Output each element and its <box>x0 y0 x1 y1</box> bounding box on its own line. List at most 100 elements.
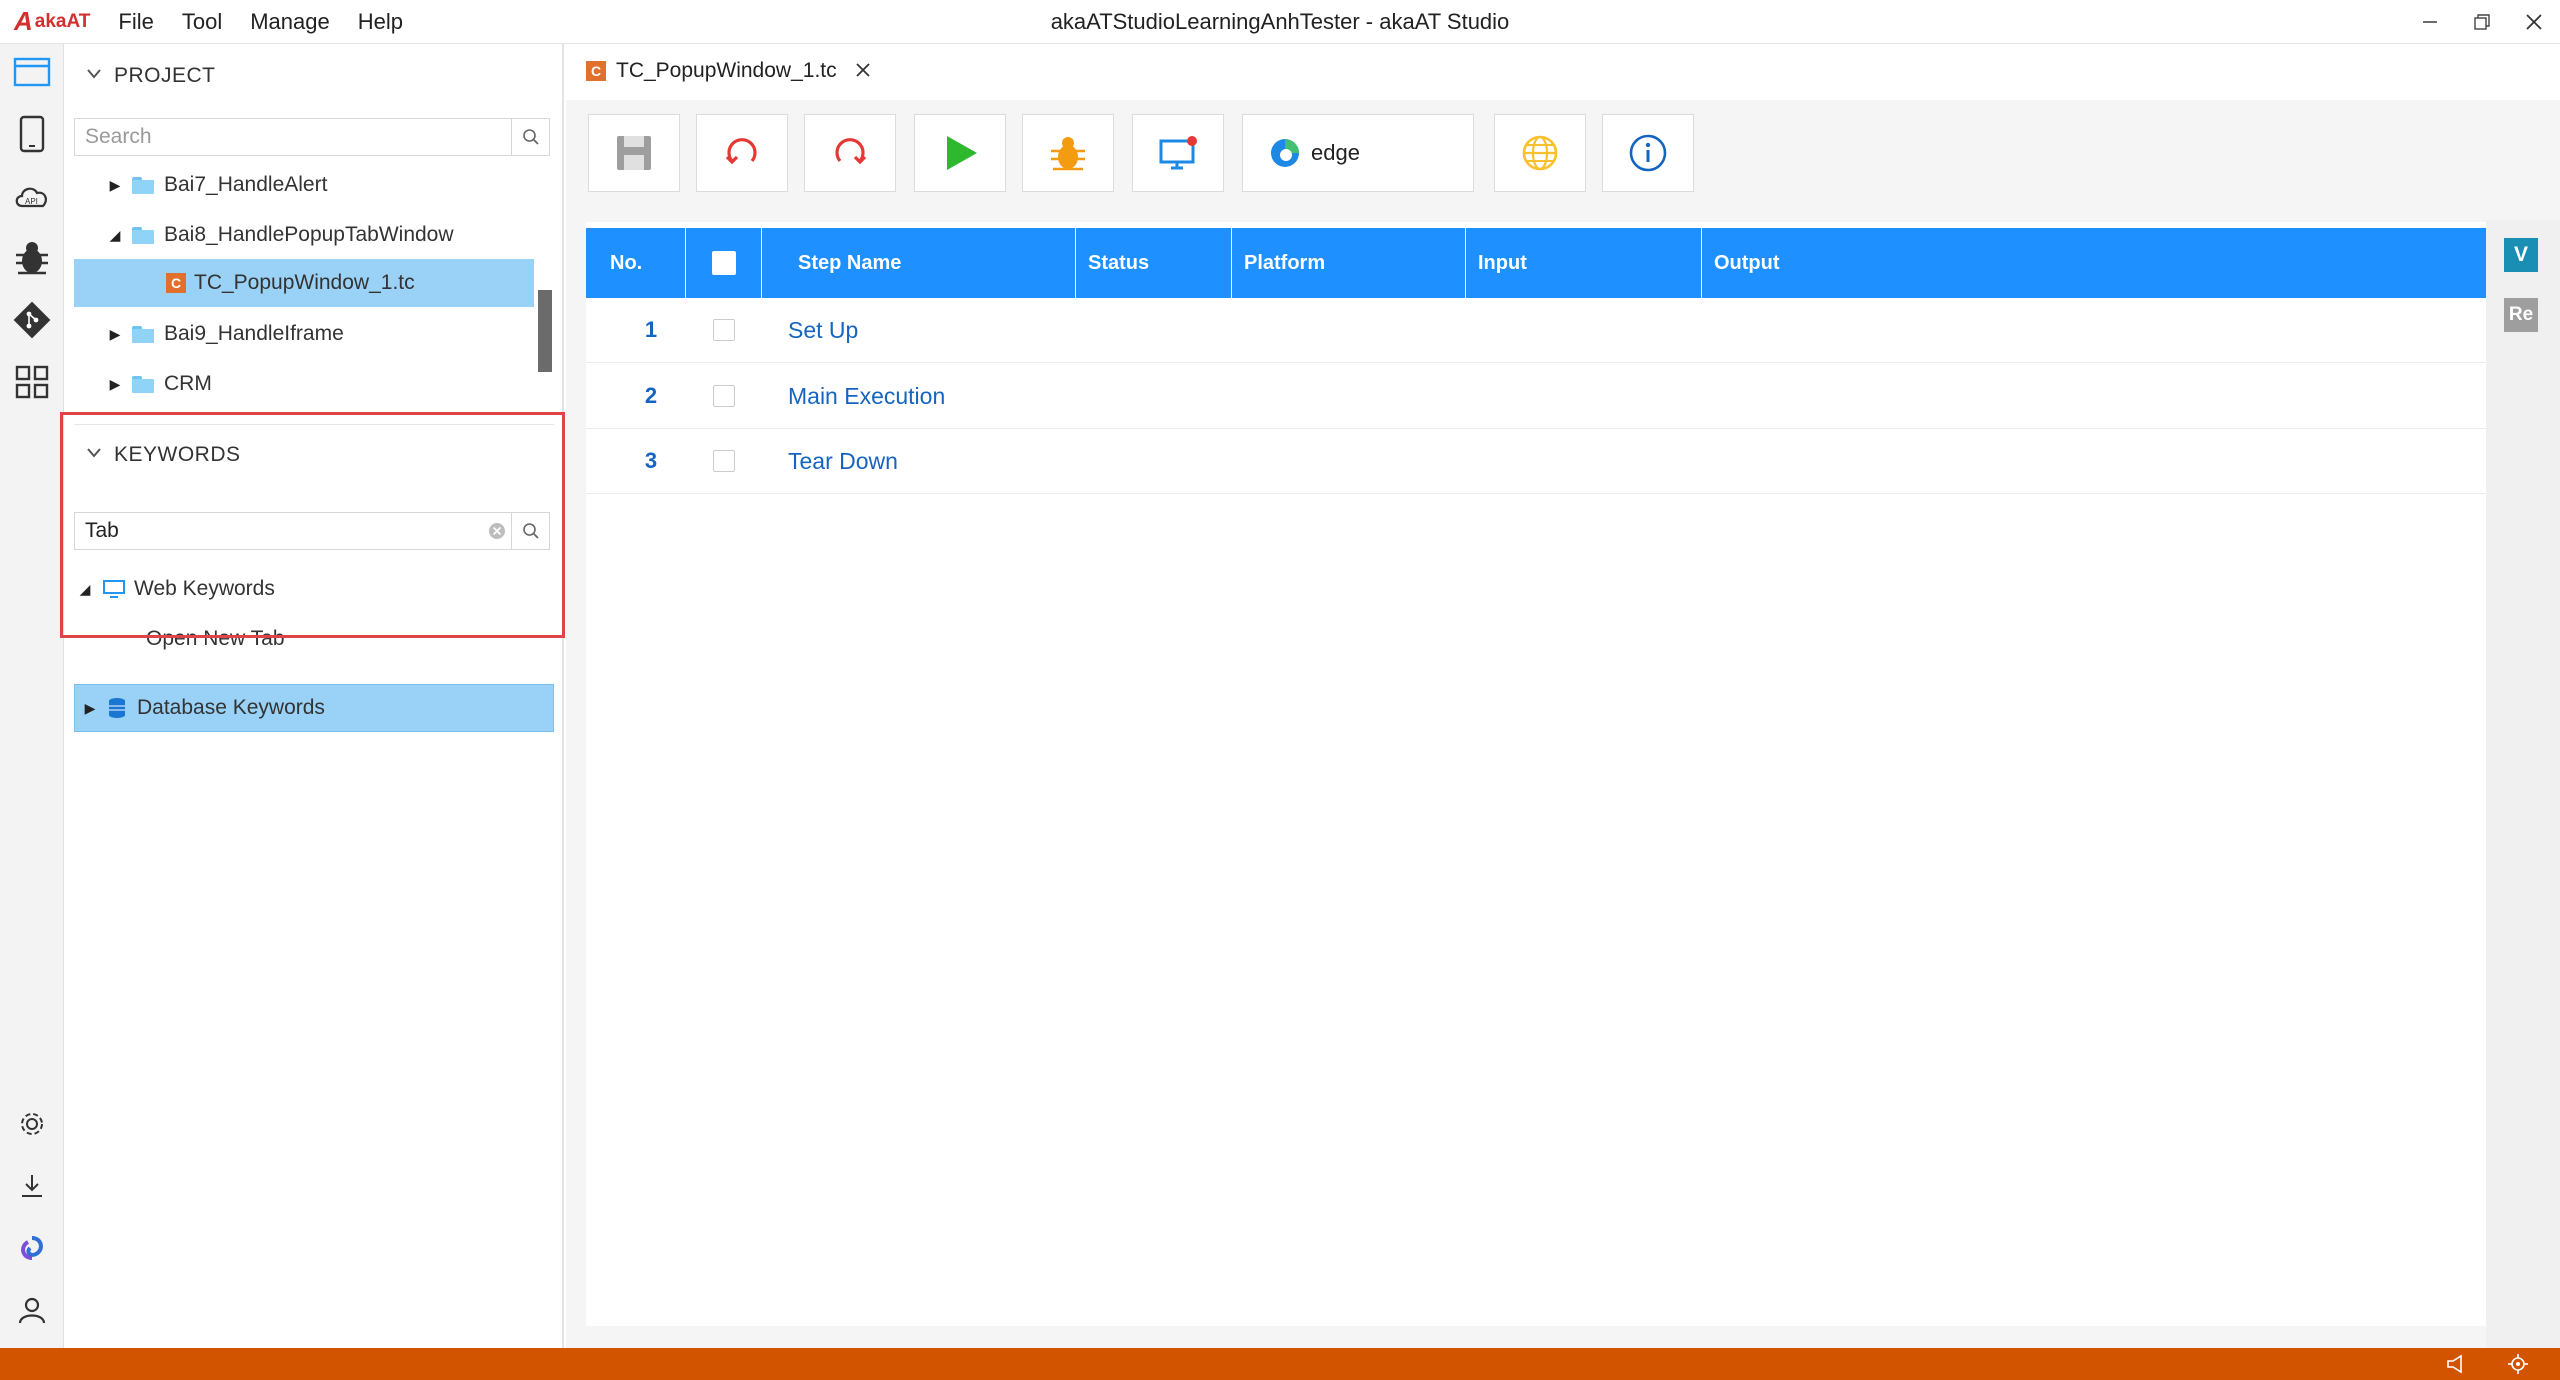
redo-button[interactable] <box>804 114 896 192</box>
step-name[interactable]: Tear Down <box>762 448 898 475</box>
project-section-header[interactable]: PROJECT <box>74 46 554 106</box>
tree-item-label: TC_PopupWindow_1.tc <box>194 271 415 294</box>
monitor-record-icon <box>1159 136 1197 170</box>
redo-icon <box>835 138 867 165</box>
project-header-label: PROJECT <box>114 64 216 87</box>
explorer-button[interactable] <box>12 52 52 92</box>
project-search-button[interactable] <box>511 119 549 155</box>
row-checkbox-cell <box>686 385 762 407</box>
swirl-logo-icon <box>21 1236 43 1260</box>
close-icon <box>855 63 870 77</box>
status-bar <box>0 1348 2560 1380</box>
brand-button[interactable] <box>12 1228 52 1268</box>
bug-icon <box>16 242 48 275</box>
folder-icon <box>132 326 154 343</box>
tree-item-bai8[interactable]: ◢ Bai8_HandlePopupTabWindow <box>104 211 544 259</box>
tree-item-label: Bai8_HandlePopupTabWindow <box>164 223 454 246</box>
close-tab-button[interactable] <box>855 57 871 85</box>
keyword-group-database[interactable]: ▶ Database Keywords <box>74 684 554 732</box>
menu-file[interactable]: File <box>104 9 167 35</box>
row-checkbox[interactable] <box>713 450 735 472</box>
git-icon <box>13 301 51 339</box>
api-cloud-icon: API <box>15 187 47 208</box>
row-checkbox[interactable] <box>713 319 735 341</box>
record-button[interactable] <box>1132 114 1224 192</box>
search-icon <box>522 129 539 145</box>
download-button[interactable] <box>12 1166 52 1206</box>
close-window-button[interactable] <box>2508 0 2560 44</box>
tree-item-label: Bai9_HandleIframe <box>164 322 344 345</box>
column-header-output: Output <box>1714 251 1780 274</box>
save-button[interactable] <box>588 114 680 192</box>
restore-icon <box>2474 14 2490 30</box>
folder-icon <box>132 376 154 393</box>
debug-run-button[interactable] <box>1022 114 1114 192</box>
undo-button[interactable] <box>696 114 788 192</box>
play-icon <box>947 136 977 170</box>
table-row[interactable]: 2 Main Execution <box>586 364 2490 429</box>
tab-tc-popupwindow[interactable]: C TC_PopupWindow_1.tc <box>566 44 885 100</box>
gear-icon <box>21 1113 43 1135</box>
notifications-button[interactable] <box>2444 1352 2468 1376</box>
menu-help[interactable]: Help <box>344 9 417 35</box>
tree-item-tc-popupwindow[interactable]: C TC_PopupWindow_1.tc <box>74 259 534 307</box>
variables-panel-button[interactable]: V <box>2504 238 2538 272</box>
location-button[interactable] <box>2506 1352 2530 1376</box>
megaphone-icon <box>2447 1354 2462 1374</box>
run-button[interactable] <box>914 114 1006 192</box>
debug-button[interactable] <box>12 238 52 278</box>
tree-item-bai9[interactable]: ▶ Bai9_HandleIframe <box>104 310 544 358</box>
download-icon <box>22 1175 42 1197</box>
tree-item-label: Bai7_HandleAlert <box>164 173 328 196</box>
git-button[interactable] <box>12 300 52 340</box>
column-header-step-name: Step Name <box>762 228 1076 298</box>
steps-grid-header: No. Step Name Status Platform Input Outp… <box>586 228 2490 298</box>
table-row[interactable]: 3 Tear Down <box>586 429 2490 494</box>
explorer-panel: PROJECT ▶ Bai7_HandleAlert ◢ Bai8_Handle… <box>64 44 564 1348</box>
chevron-down-icon <box>74 67 114 85</box>
grid-apps-icon <box>15 365 49 399</box>
project-search-box <box>74 118 550 156</box>
menu-bar: File Tool Manage Help <box>104 9 417 35</box>
annotation-highlight-box <box>60 412 565 638</box>
tab-label: TC_PopupWindow_1.tc <box>616 59 837 82</box>
select-all-checkbox[interactable] <box>711 251 736 275</box>
mobile-icon <box>19 115 45 153</box>
settings-button[interactable] <box>12 1104 52 1144</box>
akaat-logo-icon: A <box>14 6 33 36</box>
folder-explorer-icon <box>13 57 51 87</box>
keyword-group-label: Database Keywords <box>137 696 325 719</box>
svg-text:API: API <box>25 197 38 206</box>
restore-button[interactable] <box>2456 0 2508 44</box>
close-icon <box>2526 14 2542 30</box>
project-scrollbar-thumb[interactable] <box>538 290 552 372</box>
row-checkbox[interactable] <box>713 385 735 407</box>
app-logo: A akaAT <box>14 6 90 37</box>
column-header-select-all[interactable] <box>686 228 762 298</box>
browser-select[interactable]: edge <box>1242 114 1474 192</box>
minimize-button[interactable] <box>2404 0 2456 44</box>
plugins-button[interactable] <box>12 362 52 402</box>
mobile-button[interactable] <box>12 114 52 154</box>
menu-tool[interactable]: Tool <box>168 9 236 35</box>
step-name[interactable]: Main Execution <box>762 383 945 410</box>
report-panel-button[interactable]: Re <box>2504 298 2538 332</box>
menu-manage[interactable]: Manage <box>236 9 344 35</box>
step-name[interactable]: Set Up <box>762 317 858 344</box>
edge-browser-icon <box>1271 139 1299 167</box>
row-number: 3 <box>644 448 658 473</box>
project-search-input[interactable] <box>75 119 511 155</box>
tree-item-bai7[interactable]: ▶ Bai7_HandleAlert <box>104 161 544 209</box>
api-button[interactable]: API <box>12 176 52 216</box>
account-button[interactable] <box>12 1290 52 1330</box>
row-checkbox-cell <box>686 450 762 472</box>
tree-item-crm[interactable]: ▶ CRM <box>104 360 544 408</box>
globe-icon <box>1522 135 1558 171</box>
info-button[interactable] <box>1602 114 1694 192</box>
caret-right-icon: ▶ <box>84 699 96 716</box>
column-header-platform: Platform <box>1232 228 1466 298</box>
caret-down-icon: ◢ <box>109 226 121 243</box>
web-button[interactable] <box>1494 114 1586 192</box>
table-row[interactable]: 1 Set Up <box>586 298 2490 363</box>
column-header-status: Status <box>1076 228 1232 298</box>
